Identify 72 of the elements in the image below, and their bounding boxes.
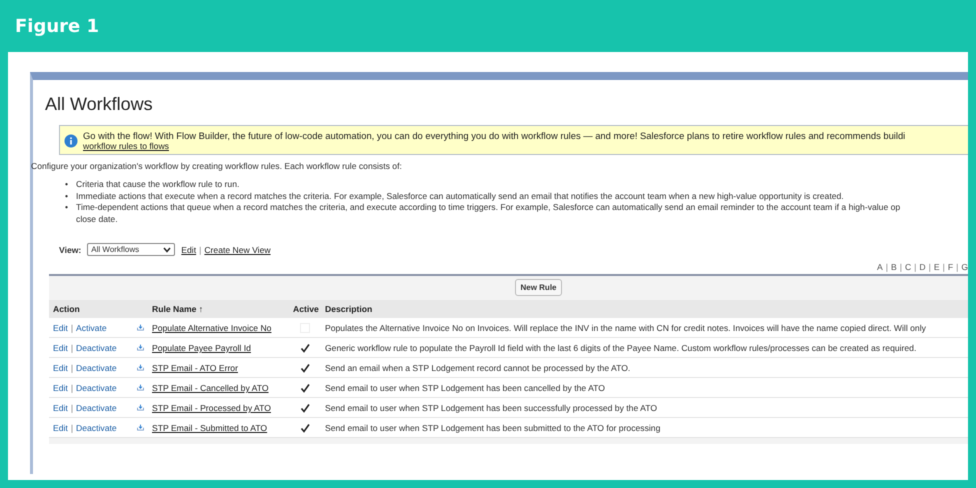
letter-filter[interactable]: D xyxy=(919,262,926,272)
action-link[interactable]: Activate xyxy=(76,322,107,333)
separator: | xyxy=(70,422,74,433)
description-text: Populates the Alternative Invoice No on Invoices. Will replace the INV in the name with CN for credit notes. Invoices will have the name copied direct. Will only xyxy=(325,322,926,333)
action-link[interactable]: Deactivate xyxy=(76,382,117,393)
action-link[interactable]: Edit xyxy=(53,422,68,433)
column-header: Active xyxy=(289,300,321,318)
action-link[interactable]: Deactivate xyxy=(76,342,117,353)
banner-link[interactable]: workflow rules to flows xyxy=(83,141,169,151)
letter-filter[interactable]: B xyxy=(890,262,897,272)
column-header[interactable]: Rule Name ↑ xyxy=(133,300,289,318)
rule-name-link[interactable]: STP Email - Submitted to ATO xyxy=(152,422,268,433)
rule-name-link[interactable]: Populate Alternative Invoice No xyxy=(152,322,272,333)
chevron-icon xyxy=(163,246,172,253)
separator: | xyxy=(914,262,916,272)
letter-filter[interactable]: A xyxy=(877,262,883,272)
description-text: Send an email when a STP Lodgement record cannot be processed by the ATO. xyxy=(325,362,630,373)
action-link[interactable]: Edit xyxy=(53,362,68,373)
separator: | xyxy=(886,262,888,272)
figure-label: Figure 1 xyxy=(14,14,100,38)
column-header: Action xyxy=(49,300,133,318)
action-link[interactable]: Edit xyxy=(53,402,68,413)
bullet-text: Criteria that cause the workflow rule to run. xyxy=(76,179,240,191)
banner-text: Go with the flow! With Flow Builder, the future of low-code automation, you can do everything you do with workflow rules — and more! Salesforce plans to retire workflow rules and recommends buildi xyxy=(83,130,906,141)
separator: | xyxy=(70,322,74,333)
rule-name-link[interactable]: Populate Payee Payroll Id xyxy=(152,342,251,353)
bullet-marker: • xyxy=(65,190,68,202)
new-rule-button[interactable]: New Rule xyxy=(515,279,562,296)
letter-filter[interactable]: F xyxy=(948,262,954,272)
separator: | xyxy=(928,262,931,272)
rule-name-link[interactable]: STP Email - Cancelled by ATO xyxy=(152,382,269,393)
separator: | xyxy=(956,262,958,272)
download-tray-icon xyxy=(137,422,144,434)
bullet-text: Immediate actions that execute when a record matches the criteria. For example, Salesforce can automatically send an email that notifies the account team when a new high-value opportunity is created. xyxy=(76,190,844,202)
download-tray-icon xyxy=(137,402,144,414)
action-link[interactable]: Edit xyxy=(53,382,68,393)
bullet-text: Time-dependent actions that queue when a record matches the criteria, and execute according to time triggers. For example, Salesforce can automatically send an email reminder to the account team if a high-value op close date. xyxy=(76,202,900,226)
download-tray-icon xyxy=(137,342,144,354)
download-tray-icon xyxy=(137,362,144,374)
download-tray-icon xyxy=(137,322,144,334)
action-link[interactable]: Deactivate xyxy=(76,422,117,433)
letter-filter[interactable]: E xyxy=(934,262,940,272)
view-link[interactable]: Create New View xyxy=(204,244,271,255)
action-link[interactable]: Deactivate xyxy=(76,362,117,373)
bullet-marker: • xyxy=(65,202,68,214)
letter-filter[interactable]: G xyxy=(961,262,968,272)
separator: | xyxy=(199,244,202,255)
view-link[interactable]: Edit xyxy=(181,244,196,255)
separator: | xyxy=(70,362,74,373)
view-label: View: xyxy=(59,244,82,255)
separator: | xyxy=(70,402,74,413)
info-icon xyxy=(64,134,78,148)
description-text: Send email to user when STP Lodgement has been submitted to the ATO for processing xyxy=(325,422,660,433)
separator: | xyxy=(900,262,902,272)
action-link[interactable]: Edit xyxy=(53,322,68,333)
bullet-marker: • xyxy=(65,179,68,191)
download-tray-icon xyxy=(137,382,144,394)
column-header: Description xyxy=(321,300,968,318)
intro-text: Configure your organization's workflow by creating workflow rules. Each workflow rule consists of: xyxy=(31,161,402,171)
separator: | xyxy=(70,382,74,393)
action-link[interactable]: Edit xyxy=(53,342,68,353)
separator: | xyxy=(942,262,945,272)
description-text: Send email to user when STP Lodgement has been successfully processed by the ATO xyxy=(325,402,658,413)
description-text: Send email to user when STP Lodgement has been cancelled by the ATO xyxy=(325,382,605,393)
separator: | xyxy=(70,342,74,353)
view-select[interactable]: All Workflows xyxy=(87,243,176,256)
page-title: All Workflows xyxy=(45,94,153,115)
action-link[interactable]: Deactivate xyxy=(76,402,117,413)
description-text: Generic workflow rule to populate the Payroll Id field with the last 6 digits of the Payee Name. Custom workflow rules/processes can be created as required. xyxy=(325,342,916,353)
rule-name-link[interactable]: STP Email - Processed by ATO xyxy=(152,402,271,413)
rule-name-link[interactable]: STP Email - ATO Error xyxy=(152,362,238,373)
letter-filter[interactable]: C xyxy=(904,262,912,272)
